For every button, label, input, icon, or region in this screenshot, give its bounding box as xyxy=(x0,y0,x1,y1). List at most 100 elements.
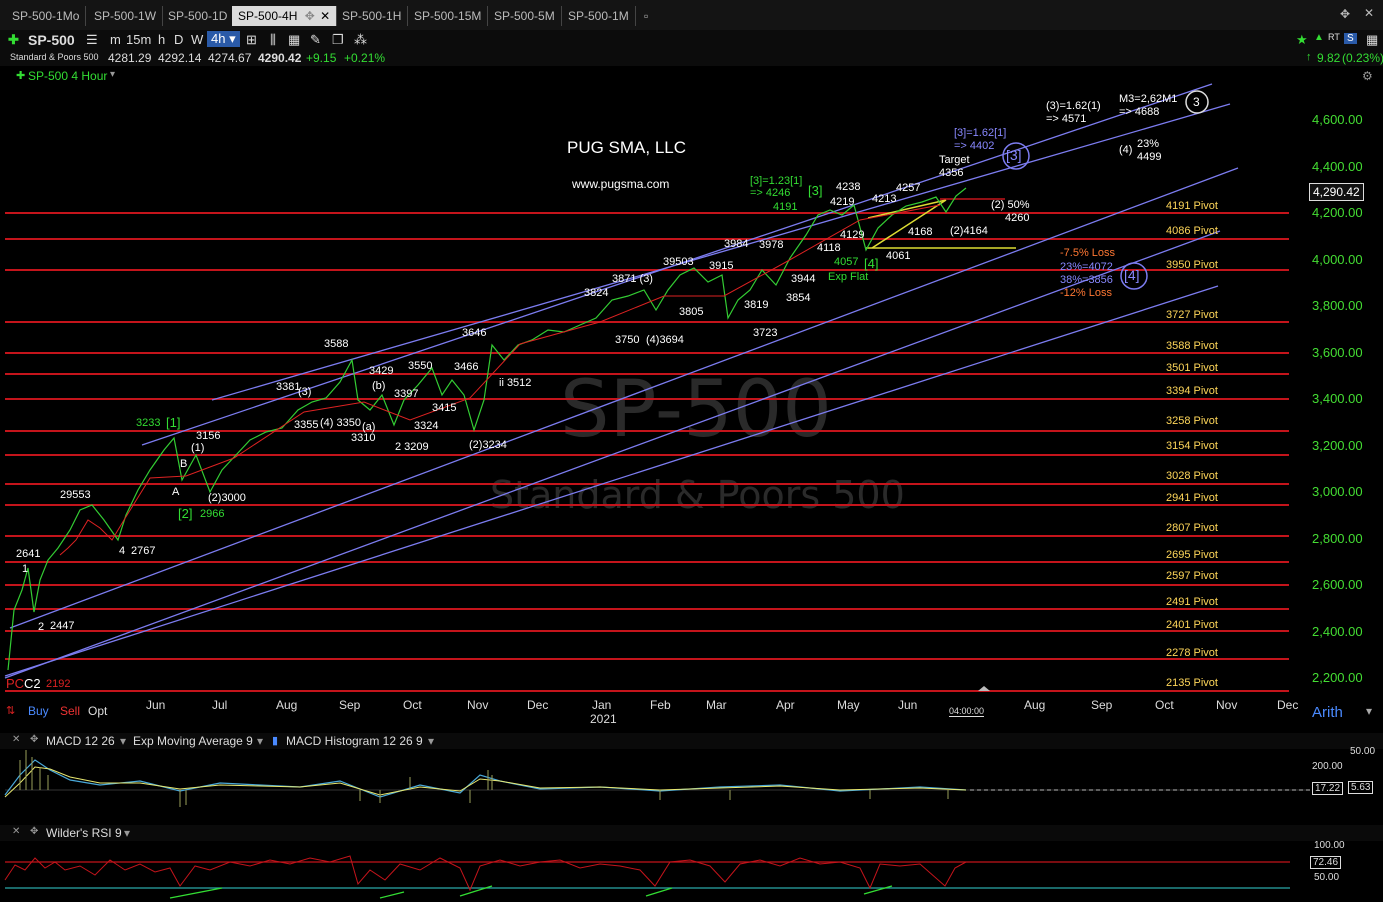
pivot-label: 2135 Pivot xyxy=(1166,677,1218,689)
grid-icon[interactable]: ▦ xyxy=(1366,32,1378,48)
ann-w3-162: [3]=1.62[1] xyxy=(954,127,1007,139)
price-tick: 2,600.00 xyxy=(1312,577,1363,592)
rsi-tick: 100.00 xyxy=(1314,840,1345,851)
month-label: Apr xyxy=(776,698,795,712)
ann-3854: 3854 xyxy=(786,292,811,304)
ann-p4-3350: (4) 3350 xyxy=(320,417,361,429)
ann-pc: PC xyxy=(6,676,25,691)
buy-button[interactable]: Buy xyxy=(28,704,49,718)
ann-3944: 3944 xyxy=(791,273,816,285)
pivot-label: 2401 Pivot xyxy=(1166,619,1218,631)
collapse-icon[interactable]: ✕ xyxy=(12,826,20,837)
ann-4257: 4257 xyxy=(896,182,921,194)
pivot-label: 3950 Pivot xyxy=(1166,259,1218,271)
month-label: Jul xyxy=(212,698,228,712)
month-label: Nov xyxy=(467,698,489,712)
ann-3324: 3324 xyxy=(414,420,439,432)
ann-4260: 4260 xyxy=(1005,212,1030,224)
month-label: Dec xyxy=(527,698,549,712)
scale-button[interactable]: Arith xyxy=(1312,704,1343,721)
ann-w1: [1] xyxy=(166,415,181,430)
ann-3588: 3588 xyxy=(324,338,349,350)
close-window-icon[interactable]: ✕ xyxy=(1364,6,1374,20)
up-arrow-icon: ↑ xyxy=(1306,51,1312,63)
channel-mid xyxy=(9,167,1239,629)
ann-w3-123: [3]=1.23[1] xyxy=(750,175,803,187)
s-badge[interactable]: S xyxy=(1344,33,1357,44)
chevron-down-icon[interactable]: ▾ xyxy=(1366,704,1372,718)
move-icon[interactable]: ✥ xyxy=(30,734,38,745)
ann-p3: (3) xyxy=(298,386,312,398)
ann-4499: 4499 xyxy=(1137,151,1162,163)
ann-1: 1 xyxy=(22,563,29,575)
ann-3381: 3381 xyxy=(276,381,301,393)
ann-p3-4571: => 4571 xyxy=(1046,113,1087,125)
rsi-chart[interactable] xyxy=(0,840,1310,900)
ann-c3: 3 xyxy=(1193,95,1200,109)
price-axis[interactable] xyxy=(1290,85,1383,695)
price-tick: 3,400.00 xyxy=(1312,391,1363,406)
ann-2767: 2767 xyxy=(131,545,156,557)
pivot-label: 2941 Pivot xyxy=(1166,492,1218,504)
ann-3355: 3355 xyxy=(294,419,319,431)
settings-gear-icon[interactable]: ⚙ xyxy=(1362,69,1373,83)
crosshair-icon[interactable]: ✥ xyxy=(1340,7,1350,21)
ann-2192: 2192 xyxy=(46,678,71,690)
last-price-box: 4,290.42 xyxy=(1309,183,1364,201)
ann-4213: 4213 xyxy=(872,193,897,205)
ann-3871: 3871 (3) xyxy=(612,273,653,285)
month-label: Feb xyxy=(650,698,671,712)
ann-4219: 4219 xyxy=(830,196,855,208)
trade-icon[interactable]: ⇅ xyxy=(6,704,15,717)
pivot-label: 2695 Pivot xyxy=(1166,549,1218,561)
price-tick: 4,600.00 xyxy=(1312,112,1363,127)
opt-button[interactable]: Opt xyxy=(88,704,107,718)
move-icon[interactable]: ✥ xyxy=(30,826,38,837)
ann-3429: 3429 xyxy=(369,365,394,377)
sell-button[interactable]: Sell xyxy=(60,704,80,718)
ann-4: 4 xyxy=(119,545,126,557)
price-tick: 3,800.00 xyxy=(1312,298,1363,313)
ann-l38: 38%=3856 xyxy=(1060,274,1113,286)
pivot-label: 2278 Pivot xyxy=(1166,647,1218,659)
pivot-label: 2807 Pivot xyxy=(1166,522,1218,534)
ann-w3: [3] xyxy=(808,183,823,198)
pivot-label: 3394 Pivot xyxy=(1166,385,1218,397)
macd-chart[interactable] xyxy=(0,745,1310,817)
ann-3950: 39503 xyxy=(663,256,694,268)
year-label: 2021 xyxy=(590,712,617,726)
ann-3978: 3978 xyxy=(759,239,784,251)
ann-3512: ii 3512 xyxy=(499,377,532,389)
rsi-title[interactable]: Wilder's RSI 9 xyxy=(46,826,122,840)
pivot-label: 2597 Pivot xyxy=(1166,570,1218,582)
pivot-label: 3154 Pivot xyxy=(1166,440,1218,452)
time-cursor: 04:00:00 xyxy=(949,706,985,717)
pivot-label: 3588 Pivot xyxy=(1166,340,1218,352)
macd-tick: 50.00 xyxy=(1350,746,1376,757)
price-tick: 4,200.00 xyxy=(1312,205,1363,220)
flag-icon[interactable]: ▲ xyxy=(1314,32,1324,43)
chevron-down-icon[interactable]: ▾ xyxy=(124,826,130,840)
price-tick: 3,200.00 xyxy=(1312,438,1363,453)
rt-badge: RT xyxy=(1328,32,1340,42)
ann-m3-4688: => 4688 xyxy=(1119,106,1160,118)
price-tick: 2,400.00 xyxy=(1312,624,1363,639)
ann-3824: 3824 xyxy=(584,287,609,299)
price-tick: 2,800.00 xyxy=(1312,531,1363,546)
ann-c2: C2 xyxy=(24,676,41,691)
ann-w4-small: [4] xyxy=(864,256,879,271)
ann-4168: 4168 xyxy=(908,226,933,238)
right-change-pct: (0.23%) xyxy=(1342,51,1383,65)
ann-3310: 3310 xyxy=(351,432,376,444)
month-label: Nov xyxy=(1216,698,1238,712)
star-icon[interactable]: ★ xyxy=(1296,32,1308,48)
pivot-label: 3028 Pivot xyxy=(1166,470,1218,482)
time-axis[interactable] xyxy=(0,695,1383,730)
brand-name: PUG SMA, LLC xyxy=(567,138,687,157)
price-tick: 4,400.00 xyxy=(1312,159,1363,174)
collapse-icon[interactable]: ✕ xyxy=(12,734,20,745)
ann-w3-4246: => 4246 xyxy=(750,187,791,199)
macd-histogram-bars xyxy=(19,750,949,807)
ann-3915: 3915 xyxy=(709,260,734,272)
ann-2: 2 xyxy=(38,621,45,633)
